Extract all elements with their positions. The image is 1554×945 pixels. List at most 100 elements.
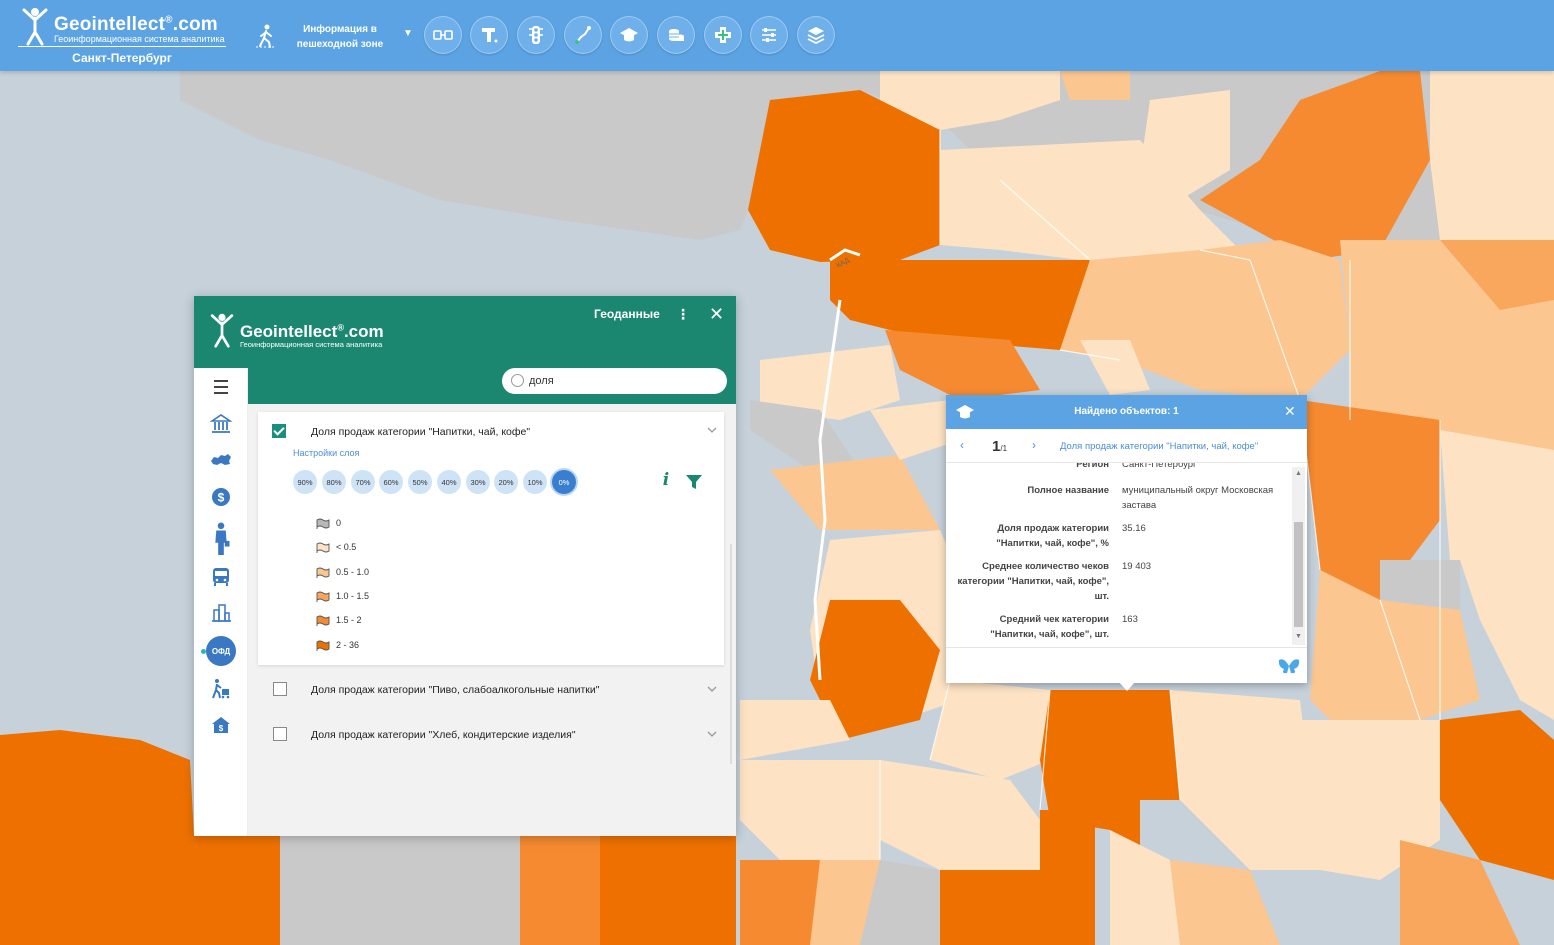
logo-person-icon: [22, 8, 48, 46]
filter-icon[interactable]: [685, 473, 703, 491]
opacity-option[interactable]: 20%: [494, 470, 518, 494]
search-input[interactable]: доля: [502, 368, 727, 394]
popup-layer-name[interactable]: Доля продаж категории "Напитки, чай, коф…: [1060, 441, 1290, 452]
popup-header: Найдено объектов: 1 ✕: [946, 395, 1307, 429]
search-icon: [511, 374, 524, 387]
info-icon[interactable]: i: [656, 470, 676, 494]
layer-checkbox[interactable]: [272, 424, 286, 438]
brand-name: Geointellect®.com: [240, 322, 384, 341]
compare-button[interactable]: [424, 16, 462, 54]
coins-icon: [669, 29, 684, 41]
prev-icon[interactable]: ‹: [960, 438, 964, 452]
page-number: 1/1: [992, 438, 1008, 455]
panel-sidebar: $ ОФД $: [194, 368, 248, 836]
sliders-icon: [762, 28, 776, 42]
panel-title: Геоданные: [594, 307, 660, 321]
buildings-icon[interactable]: [208, 600, 234, 626]
route-button[interactable]: [564, 16, 602, 54]
flag-icon: [316, 518, 330, 529]
popup-scrollbar[interactable]: ▲ ▼: [1292, 467, 1305, 645]
top-bar: Geointellect®.com Геоинформационная сист…: [0, 0, 1554, 71]
scroll-up-icon[interactable]: ▲: [1295, 470, 1302, 477]
opacity-option[interactable]: 90%: [293, 470, 317, 494]
pedestrian-cart-icon[interactable]: [208, 676, 234, 702]
opacity-option[interactable]: 30%: [466, 470, 490, 494]
next-icon[interactable]: ›: [1032, 438, 1036, 452]
traffic-light-button[interactable]: [517, 16, 555, 54]
layer-row[interactable]: Доля продаж категории "Пиво, слабоалкого…: [258, 672, 724, 712]
person-icon[interactable]: [208, 520, 234, 558]
text-button[interactable]: [470, 16, 508, 54]
panel-logo: Geointellect®.com Геоинформационная сист…: [210, 312, 410, 352]
opacity-option[interactable]: 80%: [322, 470, 346, 494]
flag-icon: [316, 567, 330, 578]
flag-icon: [316, 542, 330, 553]
flag-icon: [316, 640, 330, 651]
finance-button[interactable]: [657, 16, 695, 54]
opacity-option[interactable]: 10%: [523, 470, 547, 494]
butterfly-icon[interactable]: [1278, 657, 1300, 675]
graduation-cap-icon: [620, 28, 638, 42]
chevron-down-icon[interactable]: ▼: [403, 28, 413, 39]
opacity-option[interactable]: 60%: [379, 470, 403, 494]
city-name[interactable]: Санкт-Петербург: [18, 51, 226, 65]
logo-person-icon: [210, 313, 234, 348]
opacity-option[interactable]: 50%: [408, 470, 432, 494]
layer-title[interactable]: Доля продаж категории "Хлеб, кондитерски…: [311, 729, 576, 741]
layers-list: Доля продаж категории "Напитки, чай, коф…: [248, 404, 736, 836]
brand-tagline: Геоинформационная система аналитика: [54, 34, 225, 44]
chevron-up-icon[interactable]: [707, 425, 717, 435]
svg-text:$: $: [219, 724, 224, 733]
app-logo[interactable]: Geointellect®.com Геоинформационная сист…: [18, 4, 228, 66]
layers-icon: [807, 27, 825, 45]
bus-icon[interactable]: [208, 564, 234, 590]
compare-icon: [433, 30, 453, 40]
filters-button[interactable]: [750, 16, 788, 54]
geodata-panel: Geointellect®.com Геоинформационная сист…: [194, 296, 736, 836]
ofd-icon[interactable]: ОФД: [206, 636, 236, 666]
popup-pagination: ‹ 1/1 › Доля продаж категории "Напитки, …: [946, 429, 1307, 463]
scroll-down-icon[interactable]: ▼: [1295, 633, 1302, 640]
opacity-option[interactable]: 70%: [351, 470, 375, 494]
pedestrian-zone-icon[interactable]: [256, 24, 276, 48]
close-icon[interactable]: ✕: [1284, 403, 1296, 420]
education-button[interactable]: [610, 16, 648, 54]
brand-name: Geointellect®.com: [54, 14, 218, 35]
layer-checkbox[interactable]: [273, 727, 287, 741]
scroll-thumb[interactable]: [1294, 522, 1303, 627]
more-options-icon[interactable]: ⋮: [676, 306, 690, 323]
search-value: доля: [529, 375, 554, 387]
house-dollar-icon[interactable]: $: [208, 712, 234, 738]
svg-text:$: $: [218, 491, 225, 505]
layer-title[interactable]: Доля продаж категории "Пиво, слабоалкого…: [311, 684, 599, 696]
close-icon[interactable]: ✕: [709, 304, 724, 325]
popup-attributes: Регион Санкт-Петербург Полное название мун…: [957, 463, 1274, 640]
layer-checkbox[interactable]: [273, 682, 287, 696]
flag-icon: [316, 591, 330, 602]
russia-map-icon[interactable]: [208, 447, 234, 473]
opacity-option[interactable]: 40%: [437, 470, 461, 494]
route-icon: [575, 26, 591, 44]
layer-row[interactable]: Доля продаж категории "Хлеб, кондитерски…: [258, 717, 724, 757]
text-icon: [482, 28, 498, 43]
opacity-option-selected[interactable]: 0%: [552, 470, 576, 494]
flag-icon: [316, 615, 330, 626]
medical-button[interactable]: [704, 16, 742, 54]
layer-settings-link[interactable]: Настройки слоя: [293, 448, 359, 458]
dollar-icon[interactable]: $: [208, 484, 234, 510]
popup-footer: [946, 647, 1307, 683]
panel-scrollbar[interactable]: [730, 544, 732, 764]
pedestrian-info-label[interactable]: Информация в пешеходной зоне: [290, 22, 390, 52]
brand-tagline: Геоинформационная система аналитика: [240, 340, 383, 349]
layers-button[interactable]: [797, 16, 835, 54]
layer-title[interactable]: Доля продаж категории "Напитки, чай, коф…: [311, 426, 530, 438]
menu-icon[interactable]: [208, 374, 234, 400]
popup-title: Найдено объектов: 1: [1074, 406, 1179, 417]
popup-pointer: [1118, 681, 1136, 691]
panel-header: Geointellect®.com Геоинформационная сист…: [194, 296, 736, 404]
logo-divider: [18, 46, 226, 47]
layer-card-expanded: Доля продаж категории "Напитки, чай, коф…: [258, 412, 724, 665]
bank-icon[interactable]: [208, 411, 234, 437]
chevron-down-icon[interactable]: [707, 729, 717, 739]
chevron-down-icon[interactable]: [707, 684, 717, 694]
